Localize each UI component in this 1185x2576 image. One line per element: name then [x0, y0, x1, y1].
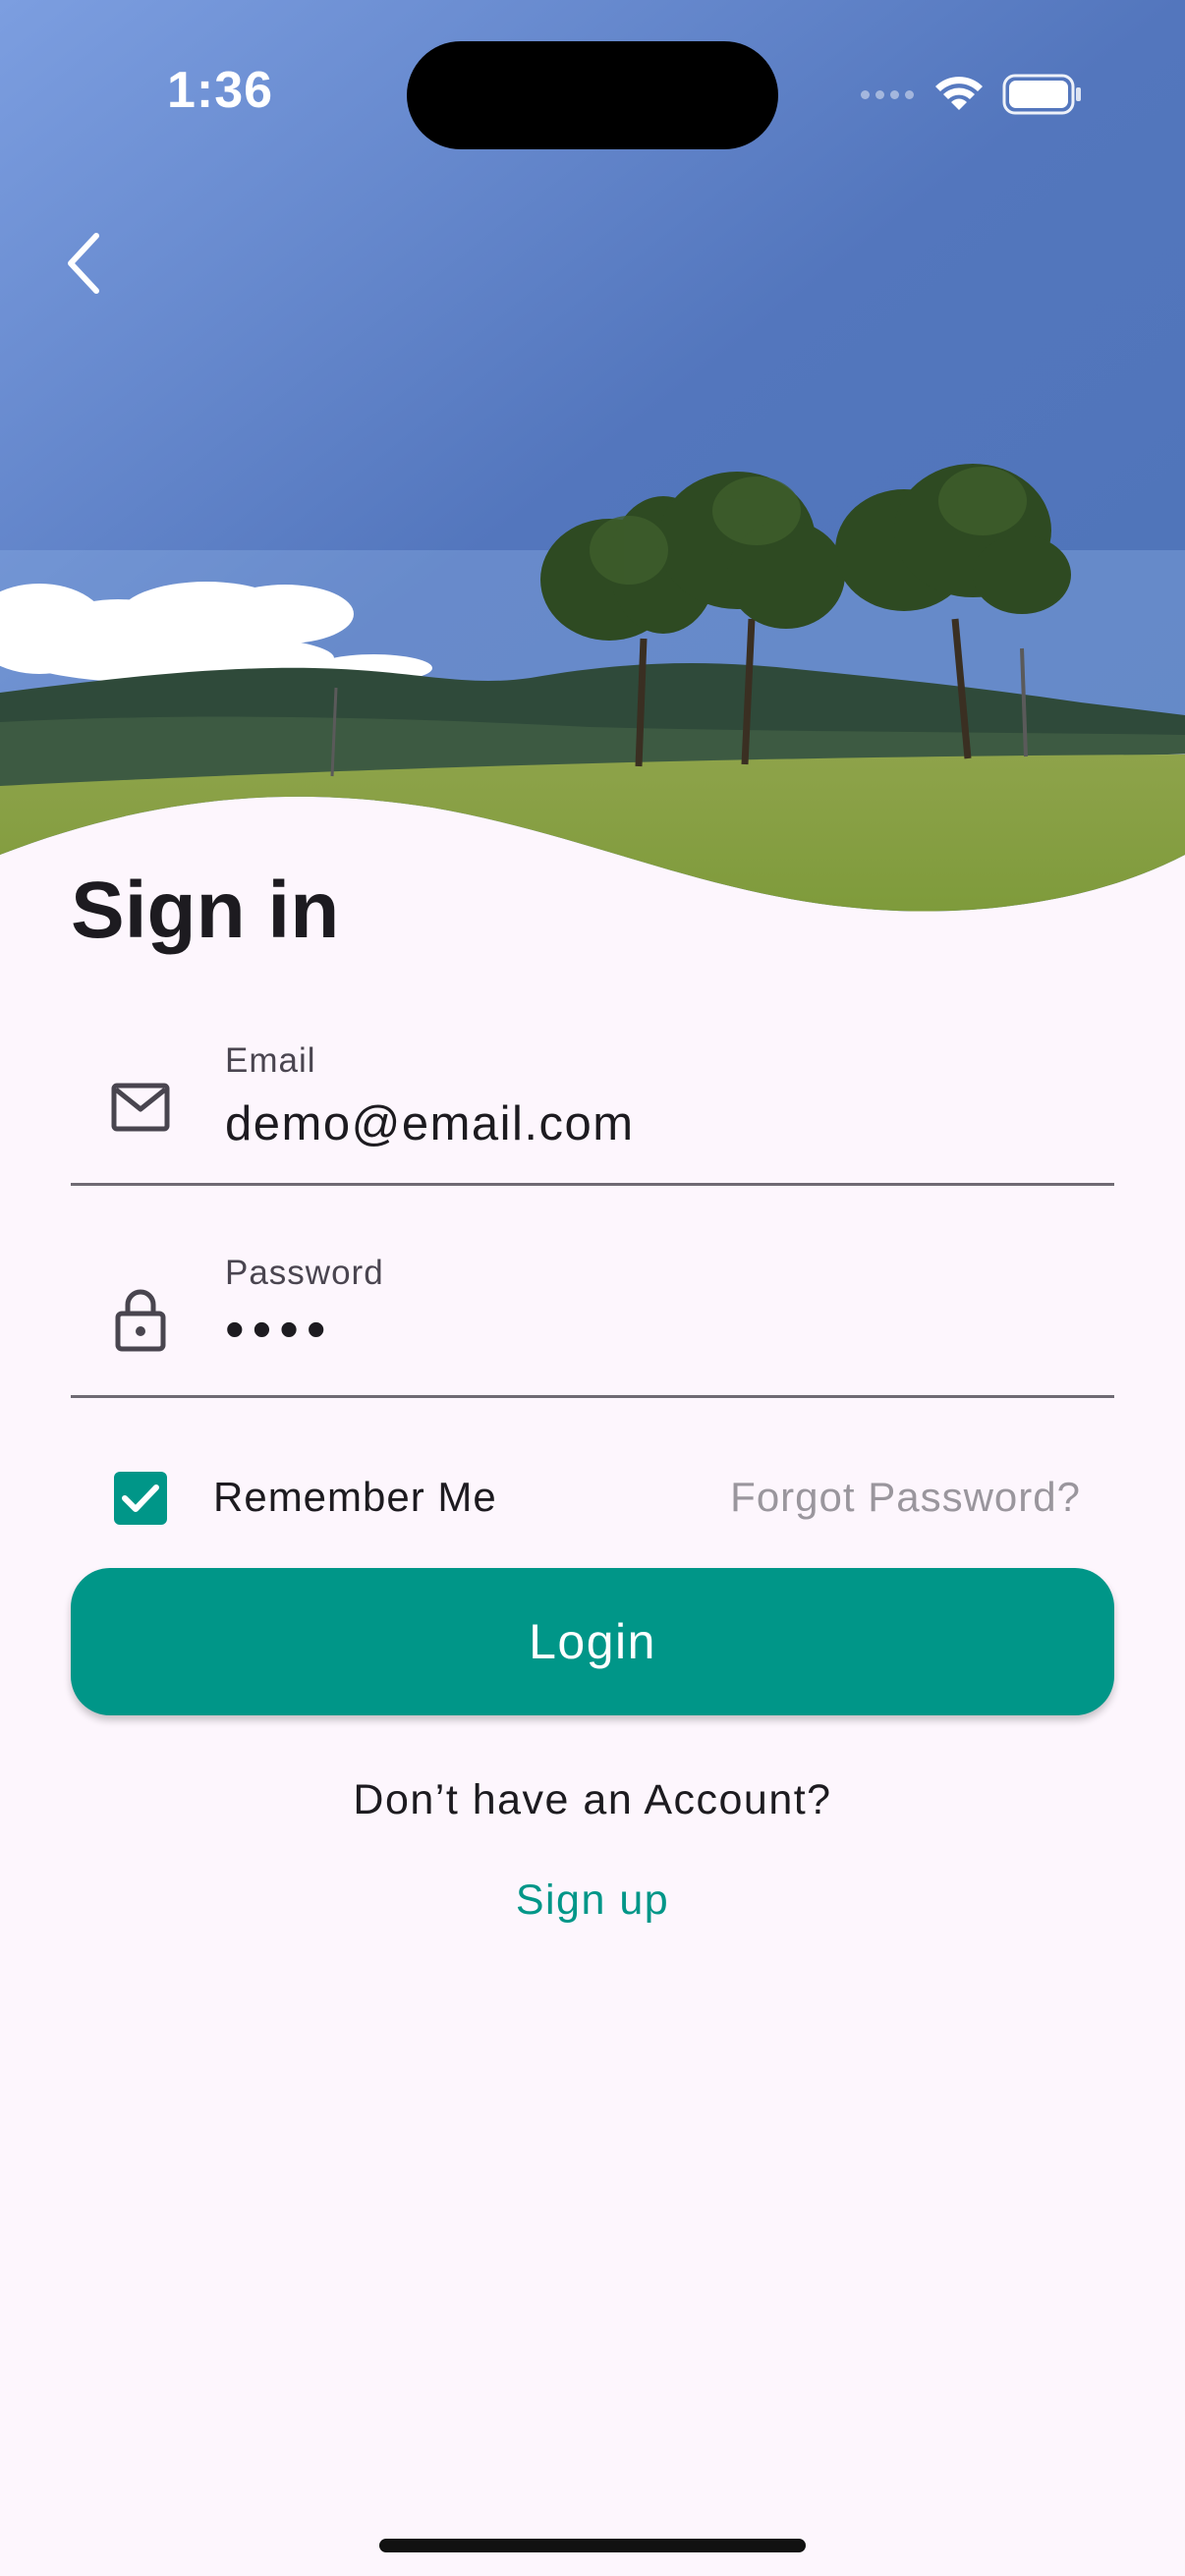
remember-me-checkbox[interactable]: [114, 1472, 167, 1525]
cellular-signal-icon: [861, 89, 914, 99]
home-indicator[interactable]: [379, 2539, 806, 2552]
sign-in-screen: 1:36 Sign in Email demo@email.com Passwo…: [0, 0, 1185, 2576]
email-field[interactable]: Email: [71, 1016, 1114, 1186]
status-time: 1:36: [167, 62, 274, 119]
forgot-password-link[interactable]: Forgot Password?: [730, 1474, 1081, 1521]
checkmark-icon: [122, 1484, 159, 1512]
mail-icon: [108, 1075, 173, 1140]
login-button[interactable]: Login: [71, 1568, 1114, 1715]
password-input[interactable]: ••••: [225, 1297, 1070, 1361]
wifi-icon: [933, 75, 985, 114]
email-input[interactable]: [225, 1096, 1070, 1151]
page-title: Sign in: [71, 866, 340, 955]
sign-up-link[interactable]: Sign up: [0, 1876, 1185, 1925]
dynamic-island: [407, 41, 778, 149]
email-label: Email: [225, 1041, 316, 1080]
chevron-left-icon: [68, 233, 99, 294]
password-label: Password: [225, 1254, 384, 1292]
battery-icon: [1002, 74, 1083, 115]
status-indicators: [861, 71, 1083, 118]
back-button[interactable]: [51, 222, 114, 305]
lock-icon: [108, 1287, 173, 1352]
remember-row: Remember Me Forgot Password?: [71, 1464, 1114, 1533]
no-account-prompt: Don’t have an Account?: [353, 1776, 832, 1823]
password-field[interactable]: Password ••••: [71, 1228, 1114, 1398]
remember-me-label[interactable]: Remember Me: [213, 1474, 497, 1521]
